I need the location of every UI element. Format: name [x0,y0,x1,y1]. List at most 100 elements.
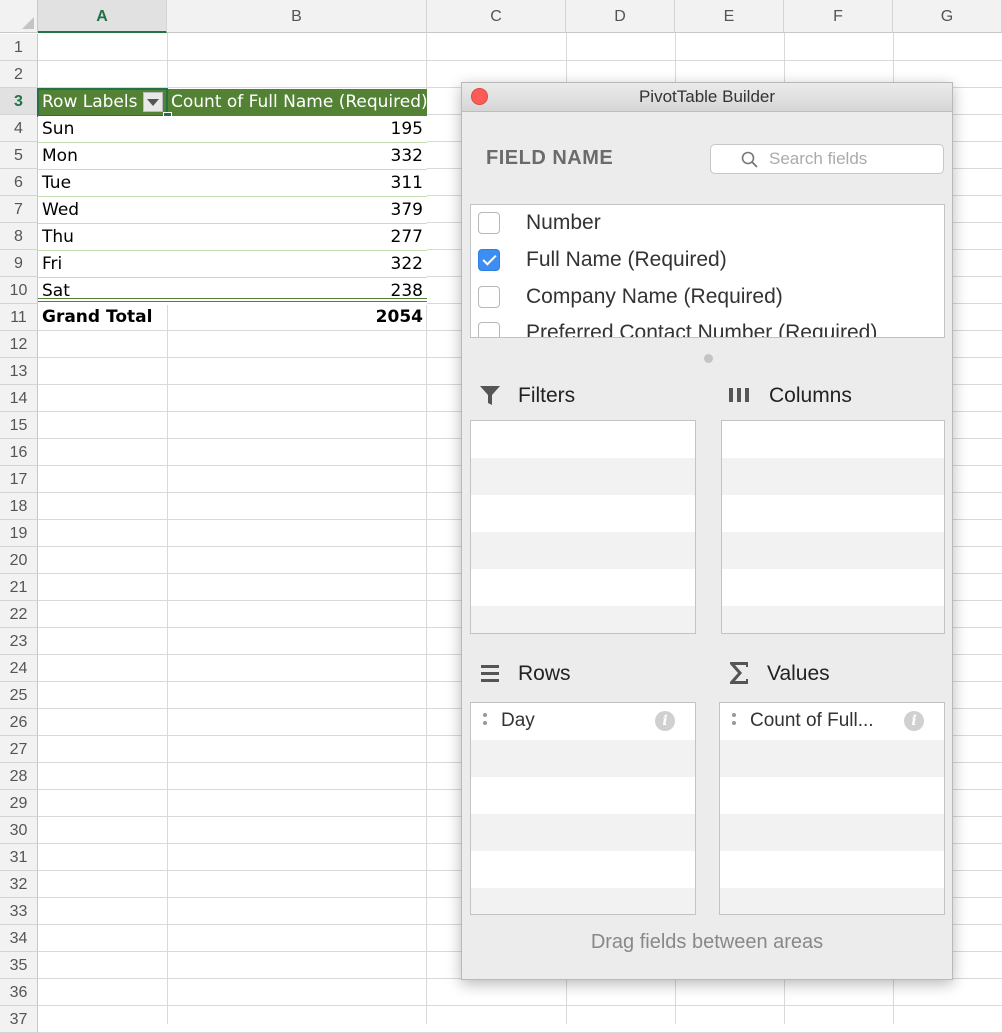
pivottable-builder-window: PivotTable Builder FIELD NAME Search fie… [461,82,953,980]
column-header-e[interactable]: E [675,0,784,33]
pivot-row-value[interactable]: 311 [167,170,427,197]
pivot-row-label[interactable]: Sun [38,116,167,143]
column-header-a[interactable]: A [38,0,167,33]
pivot-row-label[interactable]: Tue [38,170,167,197]
row-header[interactable]: 10 [0,277,38,304]
row-header[interactable]: 22 [0,601,38,628]
row-header[interactable]: 35 [0,952,38,979]
field-item-preferred-contact[interactable]: Preferred Contact Number (Required) [471,315,944,337]
column-header-b[interactable]: B [167,0,427,33]
drag-hint: Drag fields between areas [590,931,824,953]
column-header-g[interactable]: G [893,0,1002,33]
field-item-number[interactable]: Number [471,205,944,242]
column-header-d[interactable]: D [566,0,675,33]
row-header[interactable]: 8 [0,223,38,250]
row-header[interactable]: 12 [0,331,38,358]
row-header[interactable]: 23 [0,628,38,655]
row-header[interactable]: 24 [0,655,38,682]
field-item-company-name[interactable]: Company Name (Required) [471,279,944,316]
row-header[interactable]: 19 [0,520,38,547]
field-label: Number [526,211,601,234]
pivot-value-header[interactable]: Count of Full Name (Required) [167,89,427,116]
row-header[interactable]: 25 [0,682,38,709]
row-header[interactable]: 20 [0,547,38,574]
select-all-corner[interactable] [0,0,38,33]
row-header[interactable]: 37 [0,1006,38,1033]
row-header[interactable]: 21 [0,574,38,601]
row-header[interactable]: 11 [0,304,38,331]
row-header[interactable]: 9 [0,250,38,277]
pivot-row-value[interactable]: 195 [167,116,427,143]
area-stripe [471,740,695,777]
column-header-f[interactable]: F [784,0,893,33]
pivot-row-value[interactable]: 322 [167,251,427,278]
area-stripe [720,814,944,851]
field-name-heading: FIELD NAME [486,147,614,169]
columns-drop-area[interactable] [721,420,945,634]
field-list[interactable]: Number Full Name (Required) Company Name… [470,204,945,338]
grand-total-label[interactable]: Grand Total [38,304,167,331]
row-header[interactable]: 28 [0,763,38,790]
row-header[interactable]: 6 [0,169,38,196]
drag-handle-icon[interactable] [483,713,487,729]
grand-total-value[interactable]: 2054 [167,304,427,331]
column-header-c[interactable]: C [427,0,566,33]
row-header[interactable]: 15 [0,412,38,439]
title-bar[interactable]: PivotTable Builder [462,83,952,112]
row-header[interactable]: 30 [0,817,38,844]
row-header[interactable]: 7 [0,196,38,223]
area-stripe [722,606,944,633]
search-fields-input[interactable]: Search fields [710,144,944,174]
pivot-row-value[interactable]: 277 [167,224,427,251]
row-header[interactable]: 34 [0,925,38,952]
area-stripe [720,740,944,777]
pivot-row-label[interactable]: Fri [38,251,167,278]
row-header[interactable]: 27 [0,736,38,763]
total-border-top [38,298,427,299]
row-header[interactable]: 5 [0,142,38,169]
rows-drop-area[interactable]: Day i [470,702,696,915]
row-header[interactable]: 17 [0,466,38,493]
pivot-row-label[interactable]: Mon [38,143,167,170]
field-checkbox[interactable] [478,212,500,234]
area-stripe [471,532,695,569]
pivot-row-label[interactable]: Wed [38,197,167,224]
pivot-row-value[interactable]: 379 [167,197,427,224]
pivot-row-value[interactable]: 332 [167,143,427,170]
row-header[interactable]: 26 [0,709,38,736]
drag-handle-icon[interactable] [732,713,736,729]
pivot-row-label[interactable]: Thu [38,224,167,251]
area-stripe [720,888,944,914]
info-icon[interactable]: i [904,711,924,731]
row-header[interactable]: 14 [0,385,38,412]
row-header[interactable]: 36 [0,979,38,1006]
total-border-bottom [38,301,427,302]
row-header[interactable]: 33 [0,898,38,925]
row-header[interactable]: 31 [0,844,38,871]
info-icon[interactable]: i [655,711,675,731]
field-item-full-name[interactable]: Full Name (Required) [471,242,944,279]
row-header[interactable]: 1 [0,34,38,61]
row-header[interactable]: 13 [0,358,38,385]
field-checkbox[interactable] [478,286,500,308]
splitter-handle[interactable] [704,354,713,363]
rows-field-chip-day[interactable]: Day i [471,703,695,740]
row-header[interactable]: 16 [0,439,38,466]
columns-icon [729,388,749,402]
row-header[interactable]: 2 [0,61,38,88]
area-stripe [471,814,695,851]
row-header[interactable]: 3 [0,88,38,115]
field-checkbox-checked[interactable] [478,249,500,271]
rows-icon [481,665,499,682]
row-header[interactable]: 32 [0,871,38,898]
values-drop-area[interactable]: Count of Full... i [719,702,945,915]
field-label: Company Name (Required) [526,285,783,308]
grid-line [38,1005,1002,1006]
row-header[interactable]: 29 [0,790,38,817]
values-field-chip-count[interactable]: Count of Full... i [720,703,944,740]
filters-drop-area[interactable] [470,420,696,634]
row-header[interactable]: 18 [0,493,38,520]
row-header[interactable]: 4 [0,115,38,142]
field-checkbox[interactable] [478,322,500,337]
values-label: Values [767,662,830,685]
